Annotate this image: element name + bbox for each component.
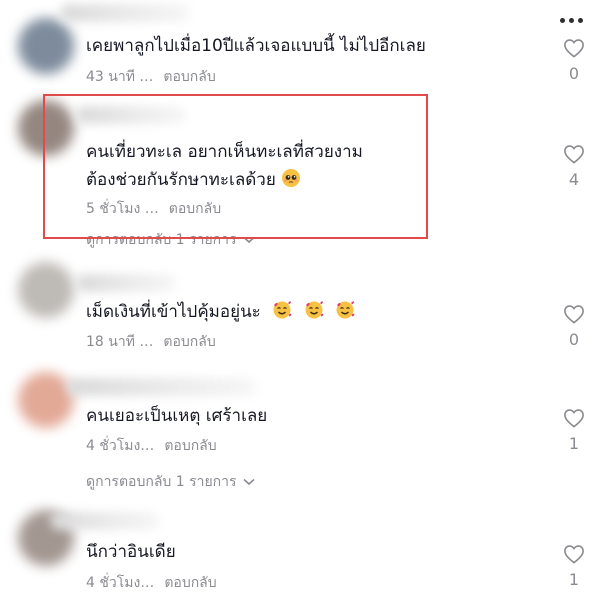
like-count: 0 [568, 64, 580, 83]
username-blurred[interactable] [50, 512, 160, 530]
like-count: 4 [568, 170, 580, 189]
comment-time: 18 นาที … [86, 334, 154, 350]
reply-button[interactable]: ตอบกลับ [164, 575, 216, 591]
smiling-face-with-hearts-icon [273, 301, 292, 319]
like-button[interactable]: 0 [560, 38, 588, 83]
username-blurred[interactable] [76, 274, 176, 292]
reply-button[interactable]: ตอบกลับ [163, 334, 215, 350]
username-blurred[interactable] [76, 106, 186, 124]
like-button[interactable]: 1 [560, 408, 588, 453]
like-button[interactable]: 1 [560, 544, 588, 589]
comment-meta: 4 ชั่วโมง… ตอบกลับ [86, 435, 217, 457]
comment-text-line1: คนเที่ยวทะเล อยากเห็นทะเลที่สวยงาม [86, 142, 363, 162]
heart-outline-icon [564, 305, 584, 324]
view-replies-button[interactable]: ดูการตอบกลับ 1 รายการ [86, 471, 255, 493]
comment-time: 43 นาที … [86, 69, 154, 85]
pleading-face-icon [282, 169, 301, 187]
view-replies-button[interactable]: ดูการตอบกลับ 1 รายการ [86, 229, 255, 251]
emoji-group [272, 301, 355, 322]
comment-meta: 5 ชั่วโมง … ตอบกลับ [86, 198, 221, 220]
avatar[interactable] [18, 100, 74, 156]
comment-meta: 18 นาที … ตอบกลับ [86, 331, 216, 353]
comment-time: 5 ชั่วโมง … [86, 201, 159, 217]
view-replies-label: ดูการตอบกลับ 1 รายการ [86, 474, 237, 490]
heart-outline-icon [564, 39, 584, 58]
username-blurred[interactable] [60, 4, 190, 22]
reply-button[interactable]: ตอบกลับ [164, 438, 216, 454]
view-replies-label: ดูการตอบกลับ 1 รายการ [86, 232, 237, 248]
comment-time: 4 ชั่วโมง… [86, 438, 155, 454]
more-options-icon[interactable] [560, 14, 588, 26]
chevron-down-icon [242, 236, 255, 244]
like-button[interactable]: 4 [560, 144, 588, 189]
heart-outline-icon [564, 145, 584, 164]
smiling-face-with-hearts-icon [305, 301, 324, 319]
comment-meta: 43 นาที … ตอบกลับ [86, 66, 216, 88]
comment-meta: 4 ชั่วโมง… ตอบกลับ [86, 572, 217, 594]
avatar[interactable] [18, 262, 74, 318]
smiling-face-with-hearts-icon [336, 301, 355, 319]
reply-button[interactable]: ตอบกลับ [169, 201, 221, 217]
avatar[interactable] [18, 18, 74, 74]
comment-text: เม็ดเงินที่เข้าไปคุ้มอยู่นะ [86, 298, 355, 326]
like-button[interactable]: 0 [560, 304, 588, 349]
username-blurred[interactable] [66, 378, 256, 396]
comment-text-content: เม็ดเงินที่เข้าไปคุ้มอยู่นะ [86, 302, 261, 322]
like-count: 1 [568, 570, 580, 589]
reply-button[interactable]: ตอบกลับ [163, 69, 215, 85]
comment-text: คนเที่ยวทะเล อยากเห็นทะเลที่สวยงาม ต้องช… [86, 138, 363, 194]
avatar[interactable] [18, 372, 74, 428]
comment-text: นึกว่าอินเดีย [86, 542, 176, 562]
like-count: 0 [568, 330, 580, 349]
comment-text: เคยพาลูกไปเมื่อ10ปีแล้วเจอแบบนี้ ไม่ไปอี… [86, 36, 426, 56]
like-count: 1 [568, 434, 580, 453]
heart-outline-icon [564, 409, 584, 428]
comment-time: 4 ชั่วโมง… [86, 575, 155, 591]
chevron-down-icon [242, 478, 255, 486]
comment-text-line2: ต้องช่วยกันรักษาทะเลด้วย [86, 166, 363, 194]
comment-text: คนเยอะเป็นเหตุ เศร้าเลย [86, 406, 268, 426]
comment-text-line2-content: ต้องช่วยกันรักษาทะเลด้วย [86, 170, 276, 190]
heart-outline-icon [564, 545, 584, 564]
